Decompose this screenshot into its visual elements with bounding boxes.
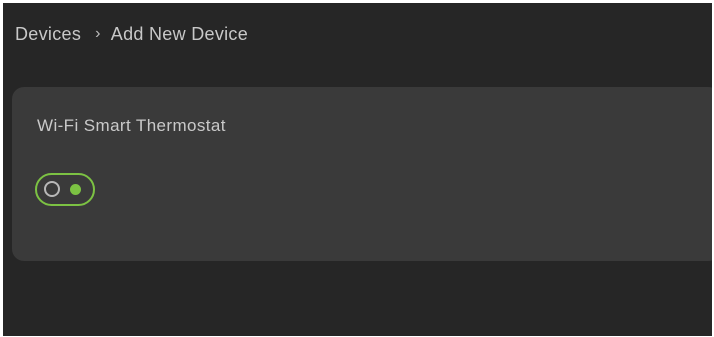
breadcrumb-current-page: Add New Device — [110, 23, 249, 44]
breadcrumb-devices-link[interactable]: Devices — [15, 24, 81, 45]
breadcrumb: Devices › Add New Device — [15, 22, 248, 46]
device-name: Wi-Fi Smart Thermostat — [37, 116, 226, 135]
device-card: Wi-Fi Smart Thermostat — [12, 87, 712, 261]
app-screen: Devices › Add New Device Wi-Fi Smart The… — [3, 3, 712, 336]
chevron-right-icon: › — [95, 25, 101, 42]
device-enable-toggle[interactable] — [35, 173, 95, 206]
ring-icon — [44, 181, 60, 197]
knob-icon — [70, 183, 81, 195]
